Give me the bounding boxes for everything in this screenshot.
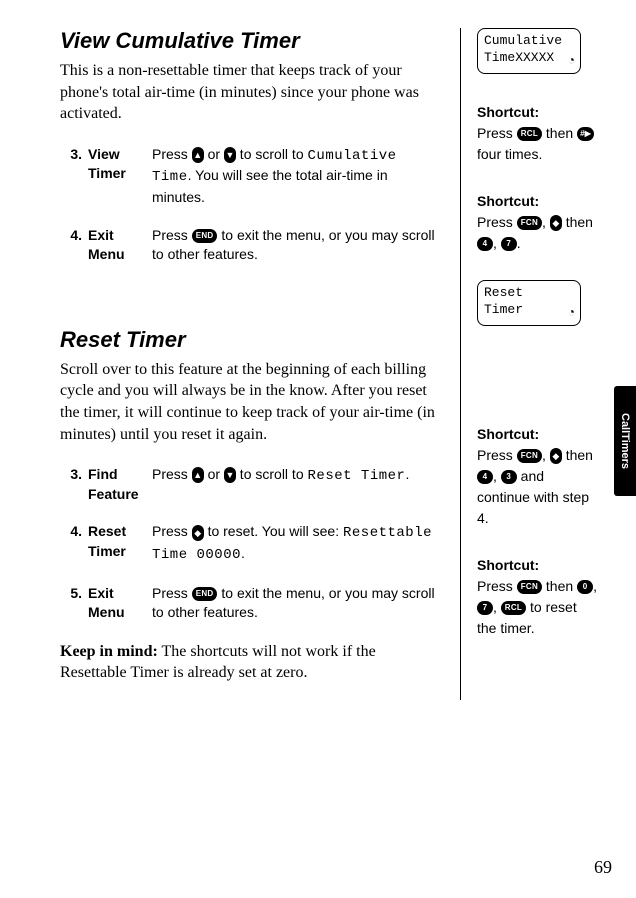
fcn-key-icon: FCN [517,580,542,594]
page-number: 69 [594,857,612,878]
clock-icon: ◔ [568,306,575,322]
step-label: Find Feature [82,465,152,504]
step-number: 4. [60,226,82,265]
shortcut-2: Shortcut: Press FCN, ◆ then 4, 7. [477,191,600,254]
step-5-exit: 5. Exit Menu Press END to exit the menu,… [60,584,442,623]
step-number: 5. [60,584,82,623]
up-arrow-icon: ▲ [192,147,204,163]
rcl-key-icon: RCL [501,601,526,615]
step-body: Press ▲ or ▼ to scroll to Reset Timer. [152,465,442,504]
hash-key-icon: #▶ [577,127,594,141]
heading-view-cumulative: View Cumulative Timer [60,28,442,54]
key-0-icon: 0 [577,580,593,594]
step-body: Press END to exit the menu, or you may s… [152,226,442,265]
step-label: Exit Menu [82,226,152,265]
screen-line: Reset [484,285,574,302]
fcn-key-icon: FCN [517,449,542,463]
fcn-key-icon: FCN [517,216,542,230]
key-7-icon: 7 [477,601,493,615]
step-4-reset: 4. Reset Timer Press ◆ to reset. You wil… [60,522,442,565]
step-3-find: 3. Find Feature Press ▲ or ▼ to scroll t… [60,465,442,504]
key-7-icon: 7 [501,237,517,251]
side-column: Cumulative TimeXXXXX ◔ Shortcut: Press R… [460,28,600,700]
end-key-icon: END [192,229,218,243]
key-3-icon: 3 [501,470,517,484]
step-3-view: 3. View Timer Press ▲ or ▼ to scroll to … [60,145,442,208]
step-body: Press ◆ to reset. You will see: Resettab… [152,522,442,565]
shortcut-4: Shortcut: Press FCN then 0, 7, RCL to re… [477,555,600,639]
lcd-text: Reset Timer [308,468,406,484]
end-key-icon: END [192,587,218,601]
rcl-key-icon: RCL [517,127,542,141]
step-number: 3. [60,145,82,208]
step-label: Exit Menu [82,584,152,623]
clock-icon: ◔ [568,54,575,70]
shortcut-3: Shortcut: Press FCN, ◆ then 4, 3 and con… [477,424,600,529]
down-arrow-icon: ▼ [224,147,236,163]
step-number: 4. [60,522,82,565]
step-body: Press ▲ or ▼ to scroll to Cumulative Tim… [152,145,442,208]
shortcut-heading: Shortcut: [477,102,600,123]
up-arrow-icon: ▲ [192,467,204,483]
shortcut-heading: Shortcut: [477,191,600,212]
screen-line: Cumulative [484,33,574,50]
step-body: Press END to exit the menu, or you may s… [152,584,442,623]
updown-arrow-icon: ◆ [550,448,562,464]
main-column: View Cumulative Timer This is a non-rese… [60,28,460,700]
intro-1: This is a non-resettable timer that keep… [60,60,442,125]
key-4-icon: 4 [477,470,493,484]
shortcut-heading: Shortcut: [477,555,600,576]
screen-line: TimeXXXXX [484,50,574,67]
key-4-icon: 4 [477,237,493,251]
heading-reset-timer: Reset Timer [60,327,442,353]
step-4-exit: 4. Exit Menu Press END to exit the menu,… [60,226,442,265]
step-label: View Timer [82,145,152,208]
shortcut-heading: Shortcut: [477,424,600,445]
down-arrow-icon: ▼ [224,467,236,483]
shortcut-1: Shortcut: Press RCL then #▶ four times. [477,102,600,165]
screen-line: Timer [484,302,574,319]
keep-label: Keep in mind: [60,643,158,660]
step-label: Reset Timer [82,522,152,565]
updown-arrow-icon: ◆ [550,215,562,231]
screen-reset: Reset Timer ◔ [477,280,581,326]
step-number: 3. [60,465,82,504]
intro-2: Scroll over to this feature at the begin… [60,359,442,445]
screen-cumulative: Cumulative TimeXXXXX ◔ [477,28,581,74]
keep-in-mind: Keep in mind: The shortcuts will not wor… [60,641,442,684]
updown-arrow-icon: ◆ [192,525,204,541]
section-tab: CallTimers [614,386,636,496]
